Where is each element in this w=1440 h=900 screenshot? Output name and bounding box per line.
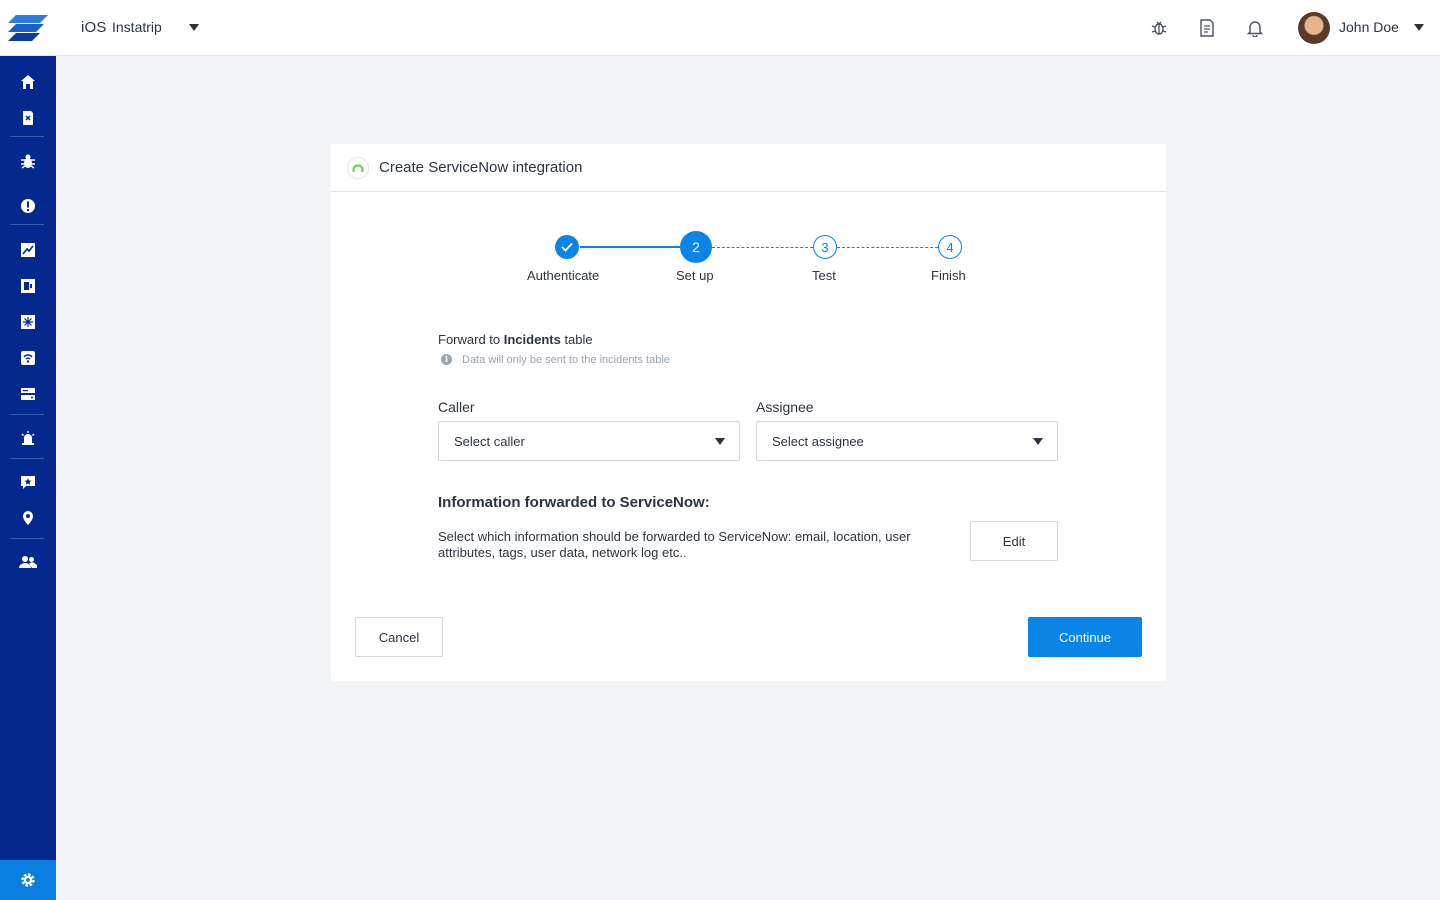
forward-suffix: table <box>560 332 593 347</box>
crash-report-icon[interactable] <box>16 106 40 130</box>
step-1-done <box>555 235 579 259</box>
caller-label: Caller <box>438 399 475 415</box>
features-icon[interactable] <box>16 310 40 334</box>
top-bar: iOS Instatrip John Doe <box>56 0 1440 56</box>
continue-button[interactable]: Continue <box>1028 617 1142 657</box>
avatar[interactable] <box>1298 12 1330 44</box>
card-header: Create ServiceNow integration <box>331 144 1166 192</box>
alert-icon[interactable] <box>16 194 40 218</box>
caller-select[interactable]: Select caller <box>438 421 740 461</box>
check-icon <box>561 242 573 252</box>
apm-icon[interactable] <box>16 238 40 262</box>
chevron-down-icon <box>715 438 725 445</box>
step-4: 4 <box>938 235 962 259</box>
forward-note: Data will only be sent to the incidents … <box>462 354 670 366</box>
sidebar-divider <box>10 458 44 459</box>
app-platform: iOS <box>81 19 107 36</box>
cancel-button[interactable]: Cancel <box>355 617 443 657</box>
card-title: Create ServiceNow integration <box>379 159 583 176</box>
sidebar-divider <box>10 414 44 415</box>
edit-button[interactable]: Edit <box>970 521 1058 561</box>
forward-target: Forward to Incidents table <box>438 332 593 347</box>
bug-icon[interactable] <box>16 150 40 174</box>
info-icon: i <box>441 354 452 365</box>
logo-icon <box>8 14 48 41</box>
step-label-finish: Finish <box>931 268 966 283</box>
bug-report-icon[interactable] <box>1148 17 1170 39</box>
step-connector <box>580 246 680 248</box>
team-icon[interactable] <box>16 550 40 574</box>
sidebar-divider <box>10 224 44 225</box>
step-connector <box>712 247 813 248</box>
forwarded-info-heading: Information forwarded to ServiceNow: <box>438 494 710 511</box>
step-3: 3 <box>813 235 837 259</box>
storage-icon[interactable] <box>16 382 40 406</box>
app-switcher[interactable]: Instatrip <box>112 19 162 35</box>
forward-prefix: Forward to <box>438 332 504 347</box>
network-icon[interactable] <box>16 346 40 370</box>
servicenow-icon <box>347 157 369 179</box>
bell-icon[interactable] <box>1244 17 1266 39</box>
step-label-test: Test <box>812 268 836 283</box>
sidebar <box>0 0 56 900</box>
gear-icon <box>21 873 35 887</box>
step-label-authenticate: Authenticate <box>527 268 600 283</box>
assignee-select-value: Select assignee <box>772 434 864 449</box>
home-icon[interactable] <box>16 70 40 94</box>
reviews-icon[interactable] <box>16 470 40 494</box>
chevron-down-icon[interactable] <box>189 24 199 31</box>
step-2-current: 2 <box>680 231 712 263</box>
caller-select-value: Select caller <box>454 434 525 449</box>
chevron-down-icon[interactable] <box>1414 24 1424 31</box>
announcements-icon[interactable] <box>16 426 40 450</box>
sessions-icon[interactable] <box>16 274 40 298</box>
docs-icon[interactable] <box>1196 17 1218 39</box>
step-connector <box>837 247 938 248</box>
user-name[interactable]: John Doe <box>1339 19 1399 35</box>
chevron-down-icon <box>1033 438 1043 445</box>
forward-table-name: Incidents <box>503 332 561 347</box>
integration-card: Create ServiceNow integration 2 3 4 Auth… <box>331 144 1166 681</box>
assignee-select[interactable]: Select assignee <box>756 421 1058 461</box>
forwarded-info-description: Select which information should be forwa… <box>438 529 911 560</box>
logo[interactable] <box>0 0 56 56</box>
assignee-label: Assignee <box>756 399 814 415</box>
step-label-setup: Set up <box>676 268 714 283</box>
settings-button[interactable] <box>0 860 56 900</box>
sidebar-divider <box>10 136 44 137</box>
sidebar-divider <box>10 538 44 539</box>
location-icon[interactable] <box>16 506 40 530</box>
